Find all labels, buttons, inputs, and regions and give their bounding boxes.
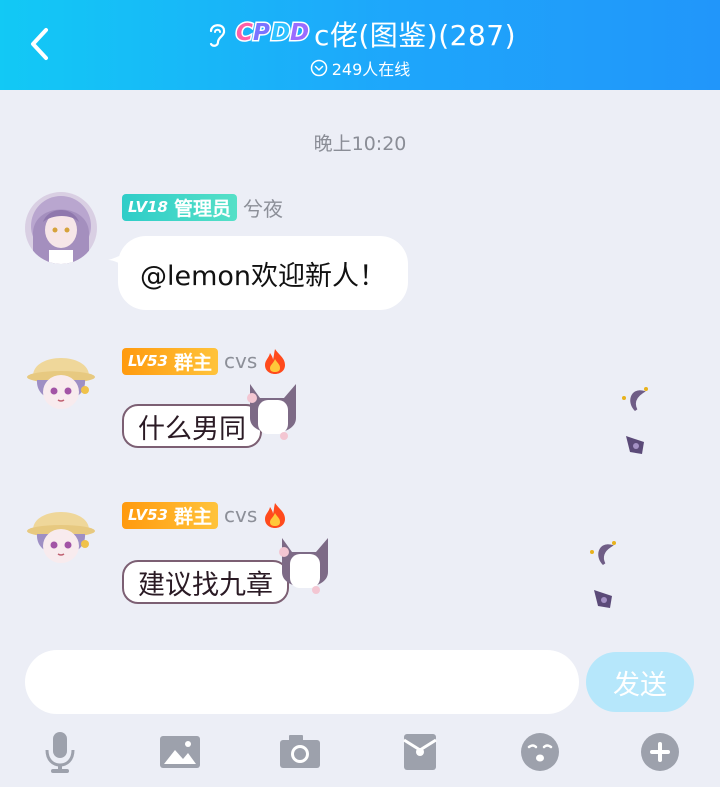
message-bubble[interactable]: 建议找九章 [122,560,289,604]
red-packet-button[interactable] [398,726,442,778]
camera-button[interactable] [278,726,322,778]
image-button[interactable] [158,726,202,778]
message-text: @lemon欢迎新人！ [140,260,387,292]
emoji-button[interactable] [518,726,562,778]
leaf-decoration-icon [626,436,644,454]
cpdd-logo: C P D D [234,17,312,51]
message-input[interactable] [25,650,579,714]
group-title: c佬(图鉴)(287) [313,19,517,52]
timestamp: 晚上10:20 [313,133,407,155]
more-button[interactable] [638,726,682,778]
level-label: LV53 [128,352,168,370]
chevron-down-circle-icon [310,59,327,77]
message-text: 建议找九章 [138,569,273,601]
avatar[interactable] [25,332,97,418]
avatar-image [27,512,95,563]
owner-badge: LV53 群主 [122,347,218,375]
message-bubble[interactable]: @lemon欢迎新人！ [118,236,409,310]
logo-letter: C [234,19,254,48]
input-toolbar [0,726,720,778]
fire-icon [265,503,286,528]
camera-icon [280,735,320,768]
sender-meta: LV53 群主 cvs [122,347,289,375]
emoji-icon [521,733,559,771]
level-label: LV53 [128,506,168,524]
owner-badge: LV53 群主 [122,501,218,529]
crescent-decoration-icon [590,541,616,566]
message-text: 什么男同 [138,413,246,445]
avatar[interactable] [25,500,97,572]
crescent-decoration-icon [622,387,648,412]
sender-name: cvs [224,349,258,373]
plus-icon [641,733,679,771]
role-label: 管理员 [173,197,231,220]
avatar-image [27,332,95,409]
send-button[interactable]: 发送 [586,652,694,712]
logo-letter: P [251,19,271,48]
avatar-image [25,192,97,264]
sender-name: 兮夜 [243,196,283,221]
microphone-icon [45,732,75,773]
online-status[interactable]: 249人在线 [0,56,720,80]
cat-girl-bubble-decoration [279,538,328,594]
fire-icon [265,349,286,374]
sender-meta: LV53 群主 cvs [122,501,289,529]
online-count: 249人在线 [331,60,411,79]
voice-button[interactable] [38,726,82,778]
title-row[interactable]: C P D D c佬(图鉴)(287) [0,14,720,54]
red-packet-icon [403,734,437,770]
message-bubble[interactable]: 什么男同 [122,404,262,448]
sender-meta: LV18 管理员 兮夜 [122,193,283,221]
image-icon [160,736,200,768]
level-label: LV18 [128,198,168,216]
role-label: 群主 [173,351,212,374]
leaf-decoration-icon [594,590,612,608]
chat-header: C P D D c佬(图鉴)(287) 249人在线 [0,0,720,90]
logo-letter: D [269,19,291,48]
sender-name: cvs [224,503,258,527]
ear-icon [209,24,226,47]
cat-girl-bubble-decoration [247,384,296,440]
logo-letter: D [288,19,310,48]
role-label: 群主 [173,505,212,528]
avatar[interactable] [25,192,97,264]
admin-badge: LV18 管理员 [122,193,237,221]
